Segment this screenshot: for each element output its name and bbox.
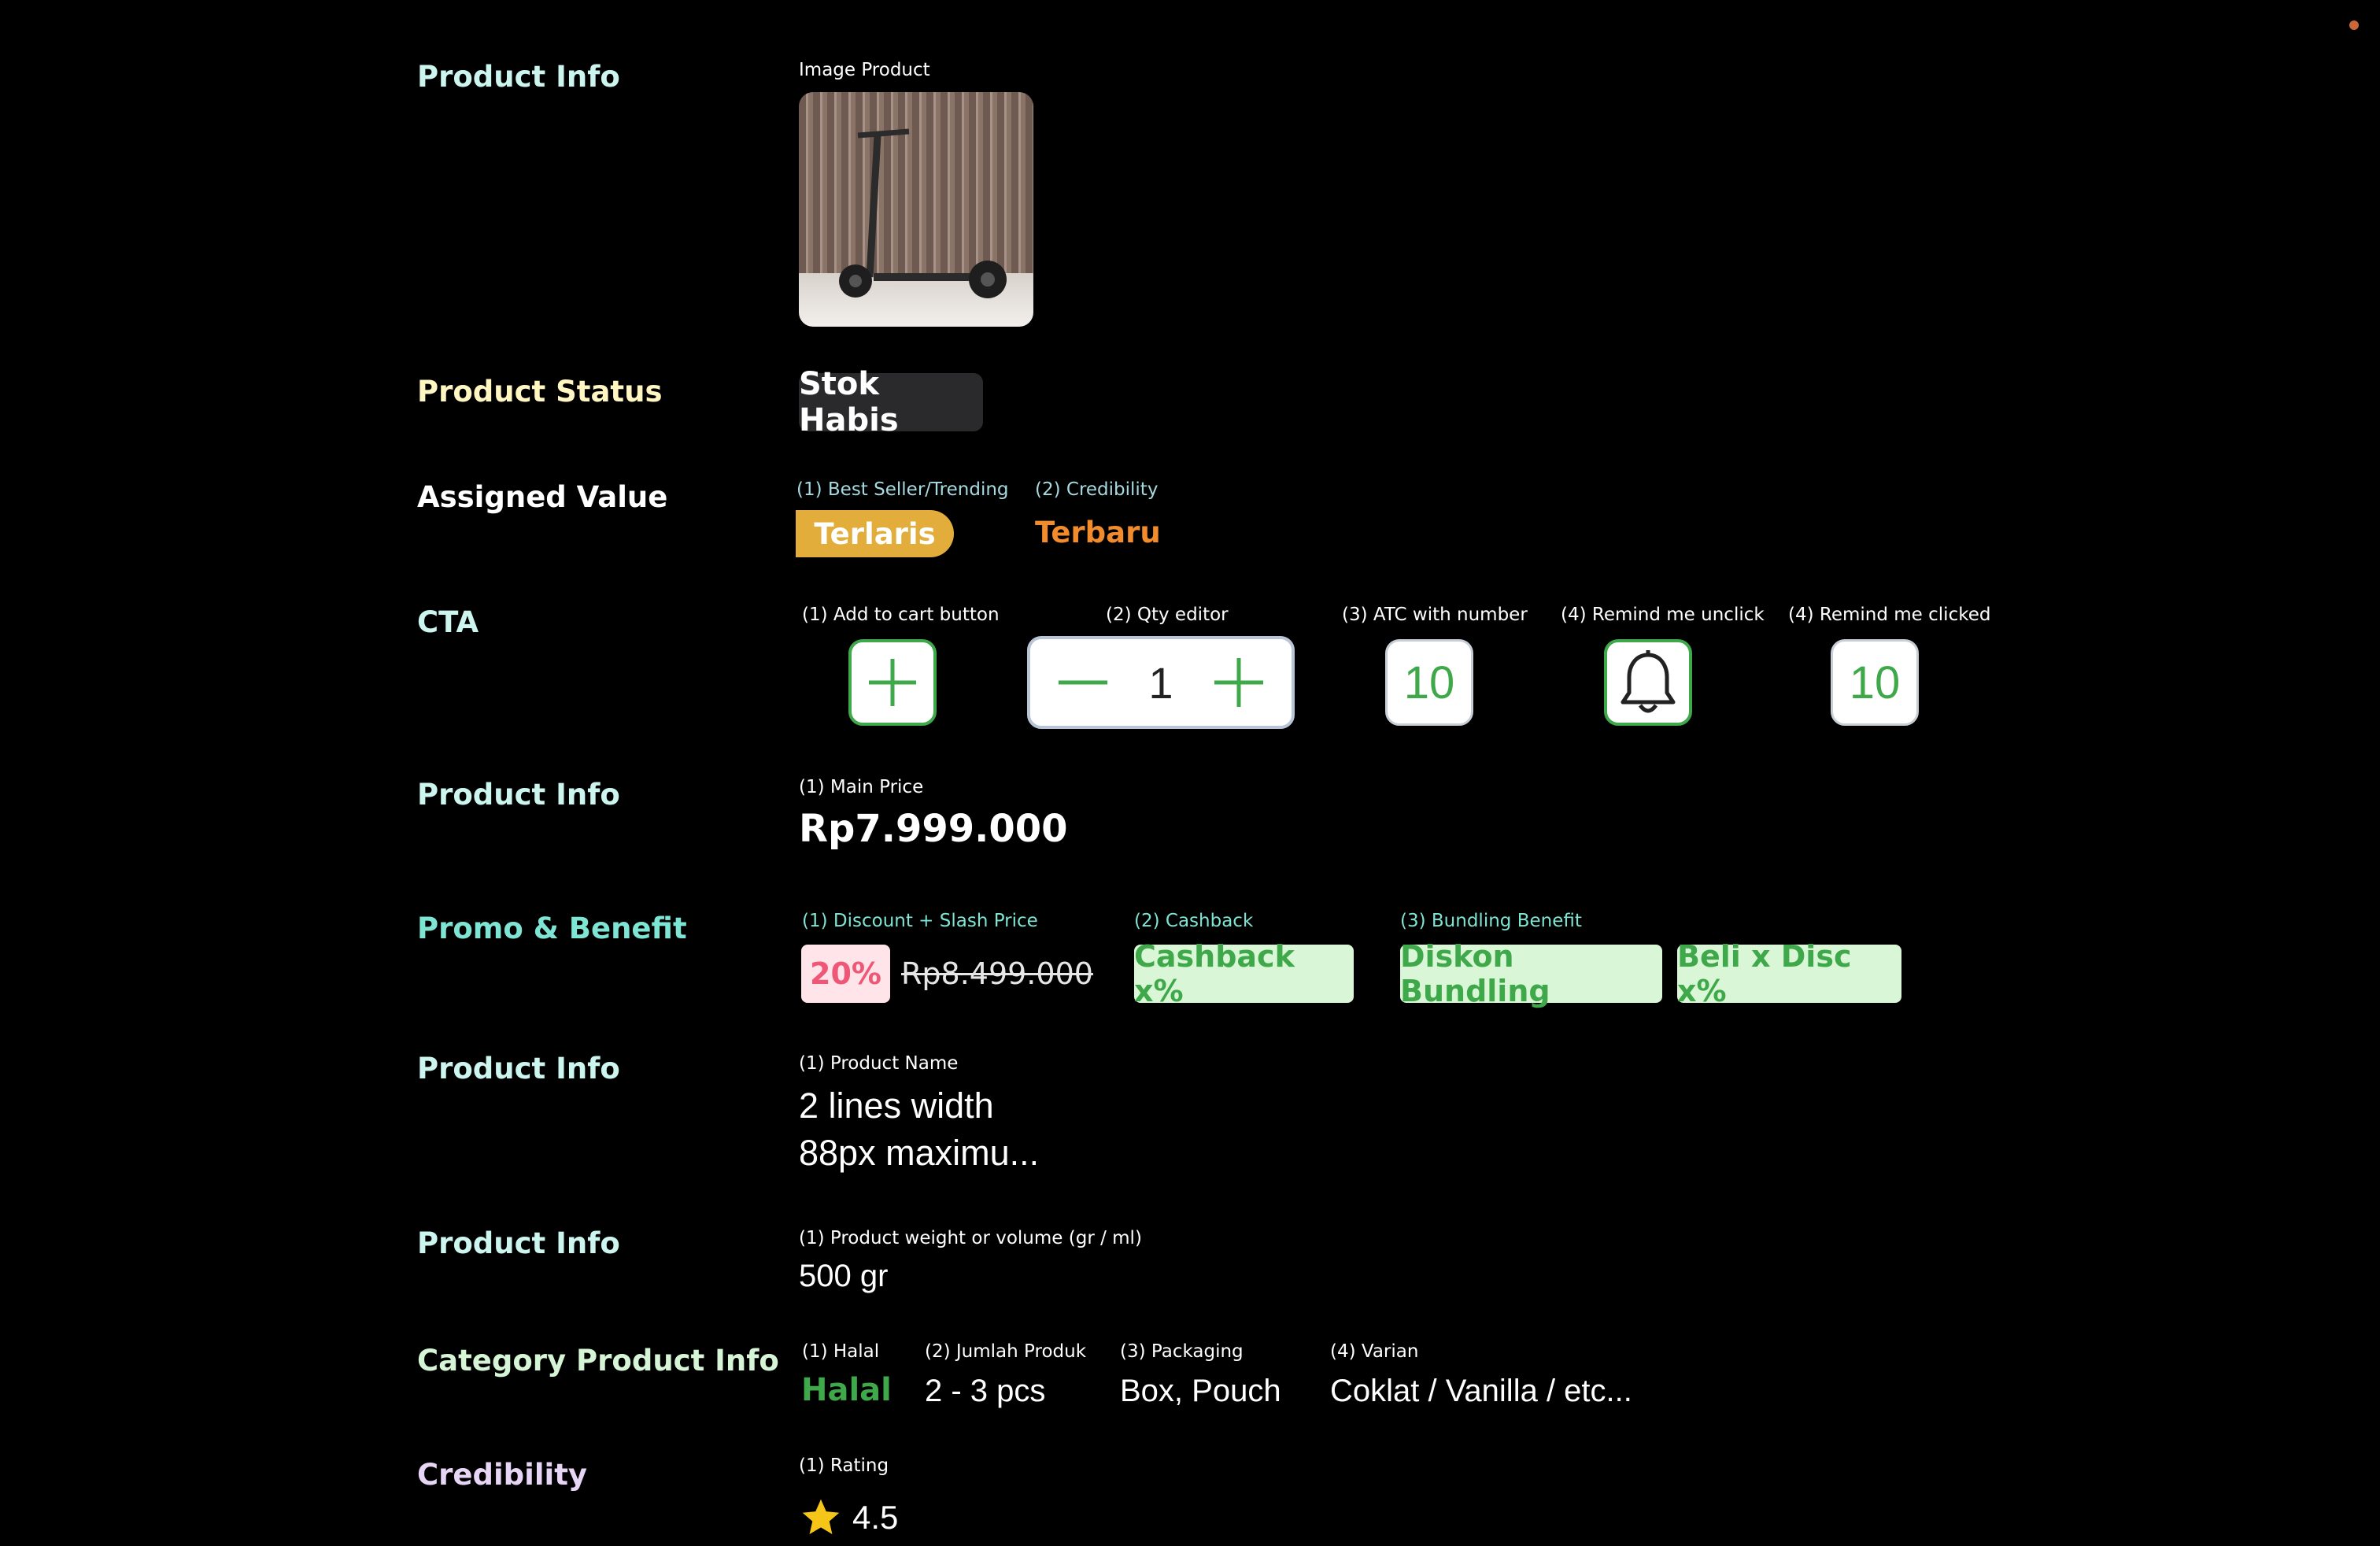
section-category-product-info: Category Product Info xyxy=(417,1344,779,1378)
halal-value: Halal xyxy=(801,1372,892,1408)
section-cta: CTA xyxy=(417,605,479,639)
cta-add-to-cart-label: (1) Add to cart button xyxy=(802,605,1000,625)
product-image xyxy=(799,92,1033,327)
star-icon xyxy=(799,1496,843,1540)
slash-price: Rp8.499.000 xyxy=(901,956,1093,991)
plus-icon[interactable] xyxy=(1211,655,1266,710)
atc-number: 10 xyxy=(1403,656,1455,708)
weight-label: (1) Product weight or volume (gr / ml) xyxy=(799,1228,1142,1248)
main-price: Rp7.999.000 xyxy=(799,807,1068,851)
terbaru-label: Terbaru xyxy=(1035,516,1161,549)
cta-remind-clicked-label: (4) Remind me clicked xyxy=(1788,605,1991,625)
cashback-label: (2) Cashback xyxy=(1134,911,1254,931)
credibility-label: (2) Credibility xyxy=(1035,479,1159,500)
beli-disc-badge: Beli x Disc x% xyxy=(1677,939,1901,1008)
plus-icon xyxy=(869,659,916,706)
image-product-label: Image Product xyxy=(799,60,930,80)
remind-me-clicked-button[interactable]: 10 xyxy=(1831,639,1919,726)
cta-atc-number-label: (3) ATC with number xyxy=(1342,605,1528,625)
status-dot xyxy=(2349,20,2359,30)
discount-badge: 20% xyxy=(801,945,890,1003)
cta-remind-unclick-label: (4) Remind me unclick xyxy=(1561,605,1765,625)
discount-label: (1) Discount + Slash Price xyxy=(802,911,1038,931)
section-credibility: Credibility xyxy=(417,1458,588,1492)
varian-value: Coklat / Vanilla / etc... xyxy=(1330,1374,1632,1408)
product-name-line1: 2 lines width xyxy=(799,1086,994,1126)
section-promo-benefit: Promo & Benefit xyxy=(417,912,687,945)
minus-icon[interactable] xyxy=(1055,655,1111,710)
varian-label: (4) Varian xyxy=(1330,1341,1419,1362)
jumlah-produk-label: (2) Jumlah Produk xyxy=(925,1341,1087,1362)
section-product-status: Product Status xyxy=(417,375,663,409)
product-name-label: (1) Product Name xyxy=(799,1053,959,1074)
weight-value: 500 gr xyxy=(799,1259,889,1293)
rating-label: (1) Rating xyxy=(799,1455,889,1476)
terlaris-badge: Terlaris xyxy=(796,510,954,557)
jumlah-produk-value: 2 - 3 pcs xyxy=(925,1374,1046,1408)
qty-value[interactable]: 1 xyxy=(1148,657,1173,708)
main-price-label: (1) Main Price xyxy=(799,777,924,797)
atc-with-number-button[interactable]: 10 xyxy=(1385,639,1473,726)
bell-icon xyxy=(1621,650,1676,713)
bundling-discount-badge: Diskon Bundling xyxy=(1400,939,1662,1008)
section-product-info-price: Product Info xyxy=(417,778,620,812)
section-product-info-weight: Product Info xyxy=(417,1226,620,1260)
rating-value: 4.5 xyxy=(852,1499,899,1536)
remind-number: 10 xyxy=(1849,656,1901,708)
section-product-info-image: Product Info xyxy=(417,60,620,94)
qty-editor[interactable]: 1 xyxy=(1027,636,1295,729)
best-seller-label: (1) Best Seller/Trending xyxy=(796,479,1009,500)
section-product-info-name: Product Info xyxy=(417,1052,620,1086)
cashback-badge: Cashback x% xyxy=(1134,939,1354,1008)
cta-qty-editor-label: (2) Qty editor xyxy=(1106,605,1229,625)
section-assigned-value: Assigned Value xyxy=(417,480,668,514)
stok-habis-badge: Stok Habis xyxy=(799,366,983,438)
packaging-label: (3) Packaging xyxy=(1120,1341,1244,1362)
packaging-value: Box, Pouch xyxy=(1120,1374,1281,1408)
halal-label: (1) Halal xyxy=(802,1341,880,1362)
bundling-label: (3) Bundling Benefit xyxy=(1400,911,1582,931)
add-to-cart-button[interactable] xyxy=(848,639,937,726)
remind-me-button[interactable] xyxy=(1604,639,1692,726)
product-name-line2: 88px maximu... xyxy=(799,1133,1040,1173)
